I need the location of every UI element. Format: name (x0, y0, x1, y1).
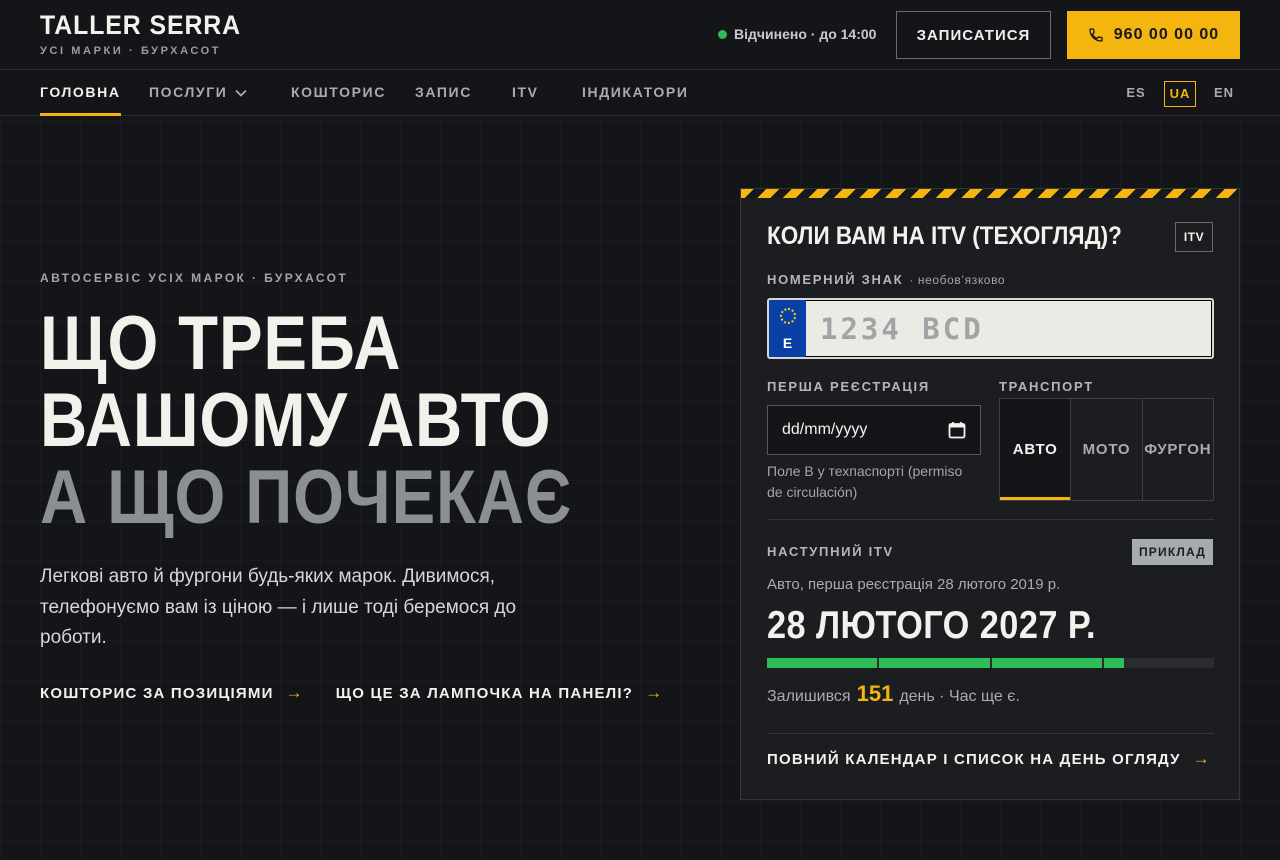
full-calendar-link-label: ПОВНИЙ КАЛЕНДАР І СПИСОК НА ДЕНЬ ОГЛЯДУ (767, 750, 1181, 768)
progress-segment-fill (879, 658, 990, 668)
itv-progress-bar (767, 658, 1214, 668)
transport-option-moto[interactable]: МОТО (1071, 399, 1143, 500)
transport-selector: АВТО МОТО ФУРГОН (999, 398, 1214, 501)
brand-name: TALLER SERRA (40, 10, 242, 40)
lang-ua[interactable]: UA (1164, 81, 1196, 107)
plate-label-text: НОМЕРНИЙ ЗНАК (767, 272, 904, 287)
open-status: Відчинено · до 14:00 (718, 26, 876, 42)
itv-summary: Авто, перша реєстрація 28 лютого 2019 р. (767, 576, 1061, 593)
hero-links: КОШТОРИС ЗА ПОЗИЦІЯМИ → ЩО ЦЕ ЗА ЛАМПОЧКА… (40, 683, 663, 703)
brand[interactable]: TALLER SERRA УСІ МАРКИ · БУРХАСОТ (40, 10, 259, 57)
progress-segment (767, 658, 878, 668)
headline-line-1: ЩО ТРЕБА (40, 301, 402, 386)
license-plate-field: E (767, 298, 1214, 359)
nav-item-indicators[interactable]: ІНДИКАТОРИ (582, 71, 689, 116)
transport-option-van[interactable]: ФУРГОН (1143, 399, 1213, 500)
headline-line-2: ВАШОМУ АВТО (40, 378, 552, 463)
next-itv-label: НАСТУПНИЙ ITV (767, 544, 894, 559)
eu-stars-icon (779, 308, 796, 324)
site-header: TALLER SERRA УСІ МАРКИ · БУРХАСОТ Відчин… (0, 0, 1280, 70)
nav-item-home[interactable]: ГОЛОВНА (40, 71, 121, 116)
hazard-stripe (741, 189, 1239, 198)
progress-segment (879, 658, 990, 668)
nav-item-booking[interactable]: ЗАПИС (415, 71, 472, 116)
hero-headline: ЩО ТРЕБА ВАШОМУ АВТО А ЩО ПОЧЕКАЄ (40, 305, 572, 536)
itv-badge: ITV (1175, 222, 1213, 252)
phone-number: 960 00 00 00 (1113, 26, 1220, 43)
status-dot-icon (718, 29, 727, 39)
license-plate-input[interactable] (806, 300, 1212, 357)
nav-item-services-label: ПОСЛУГИ (149, 84, 228, 100)
hero-eyebrow: АВТОСЕРВІС УСІХ МАРОК · БУРХАСОТ (40, 271, 349, 285)
example-badge: ПРИКЛАД (1132, 539, 1213, 565)
remaining-days: Залишився 151 день · Час ще є. (767, 681, 1020, 707)
brand-tagline: УСІ МАРКИ · БУРХАСОТ (40, 45, 222, 57)
headline-line-3: А ЩО ПОЧЕКАЄ (40, 455, 573, 540)
lang-en[interactable]: EN (1208, 81, 1240, 107)
progress-segment-fill (767, 658, 878, 668)
progress-segment (1103, 658, 1214, 668)
estimate-link[interactable]: КОШТОРИС ЗА ПОЗИЦІЯМИ → (40, 683, 304, 703)
plate-country-code: E (782, 335, 793, 351)
plate-label: НОМЕРНИЙ ЗНАК · необов’язково (767, 272, 1005, 287)
transport-label: ТРАНСПОРТ (999, 379, 1094, 394)
nav-item-services[interactable]: ПОСЛУГИ (149, 71, 248, 116)
plate-optional-note: · необов’язково (909, 273, 1006, 287)
transport-option-car[interactable]: АВТО (1000, 399, 1072, 500)
estimate-link-label: КОШТОРИС ЗА ПОЗИЦІЯМИ (40, 684, 274, 702)
progress-segment-fill (991, 658, 1102, 668)
progress-segment-fill (1103, 658, 1124, 668)
next-itv-date: 28 ЛЮТОГО 2027 Р. (767, 604, 1097, 647)
nav-item-itv[interactable]: ITV (512, 71, 539, 116)
progress-segment (991, 658, 1102, 668)
registration-hint: Поле B у техпаспорті (permiso de circula… (767, 463, 963, 500)
main-nav: ГОЛОВНА ПОСЛУГИ КОШТОРИС ЗАПИС ITV ІНДИК… (0, 71, 1280, 116)
first-registration-date-input[interactable]: dd/mm/yyyy (767, 405, 981, 455)
calendar-icon[interactable] (948, 421, 966, 439)
full-calendar-link[interactable]: ПОВНИЙ КАЛЕНДАР І СПИСОК НА ДЕНЬ ОГЛЯДУ → (767, 749, 1211, 769)
hero-lead: Легкові авто й фургони будь-яких марок. … (40, 566, 517, 648)
dashboard-light-link-label: ЩО ЦЕ ЗА ЛАМПОЧКА НА ПАНЕЛІ? (335, 684, 634, 702)
remaining-suffix: день · Час ще є. (899, 688, 1020, 705)
nav-item-estimate[interactable]: КОШТОРИС (291, 71, 386, 116)
book-appointment-button[interactable]: ЗАПИСАТИСЯ (896, 11, 1051, 59)
lang-es[interactable]: ES (1120, 81, 1152, 107)
arrow-right-icon: → (1192, 749, 1211, 768)
card-divider (767, 519, 1214, 520)
eu-plate-strip: E (769, 300, 806, 357)
chevron-down-icon (235, 90, 248, 98)
remaining-prefix: Залишився (767, 688, 851, 705)
itv-card-title: КОЛИ ВАМ НА ITV (ТЕХОГЛЯД)? (767, 222, 1122, 250)
itv-calculator-card: КОЛИ ВАМ НА ITV (ТЕХОГЛЯД)? ITV НОМЕРНИЙ… (740, 188, 1240, 800)
card-divider (767, 733, 1214, 734)
call-phone-button[interactable]: 960 00 00 00 (1067, 11, 1240, 59)
arrow-right-icon: → (285, 683, 304, 702)
open-status-text: Відчинено · до 14:00 (734, 26, 877, 42)
dashboard-light-link[interactable]: ЩО ЦЕ ЗА ЛАМПОЧКА НА ПАНЕЛІ? → (336, 683, 664, 703)
arrow-right-icon: → (645, 683, 664, 702)
phone-icon (1089, 28, 1103, 42)
first-registration-label: ПЕРША РЕЄСТРАЦІЯ (767, 379, 930, 394)
date-placeholder: dd/mm/yyyy (782, 421, 868, 438)
remaining-days-count: 151 (856, 681, 894, 706)
